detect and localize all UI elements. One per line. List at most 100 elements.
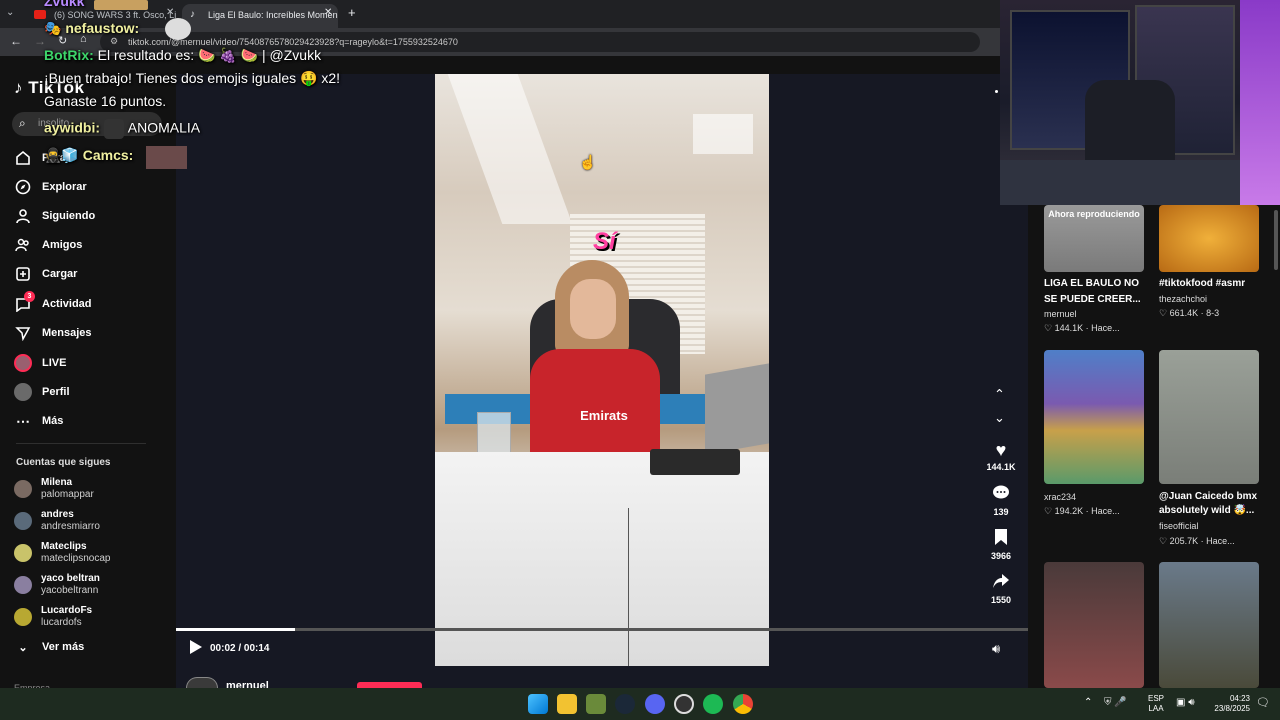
clock[interactable]: 04:23 23/8/2025 bbox=[1212, 694, 1250, 714]
author-avatar[interactable] bbox=[186, 677, 218, 688]
video-thumbnail[interactable] bbox=[1159, 205, 1259, 272]
send-icon bbox=[14, 324, 32, 342]
sidebar-item-mensajes[interactable]: Mensajes bbox=[14, 321, 92, 345]
tiktok-icon: ♪ bbox=[190, 9, 195, 20]
sidebar-item-live[interactable]: LIVE bbox=[14, 351, 66, 375]
sidebar-item-mas[interactable]: ⋯ Más bbox=[14, 409, 63, 433]
like-button[interactable]: ♥ 144.1K bbox=[985, 440, 1017, 472]
video-thumbnail[interactable] bbox=[1044, 562, 1144, 688]
scrollbar[interactable] bbox=[1274, 210, 1278, 270]
following-account[interactable]: Milena palomappar bbox=[14, 474, 94, 504]
next-video-chevron-icon[interactable]: ⌄ bbox=[994, 410, 1005, 426]
following-header: Cuentas que sigues bbox=[16, 457, 111, 468]
scene-shape bbox=[693, 114, 753, 154]
save-count: 3966 bbox=[990, 551, 1012, 561]
avatar bbox=[14, 576, 32, 594]
more-icon: ⋯ bbox=[16, 412, 30, 429]
sidebar-item-cargar[interactable]: Cargar bbox=[14, 262, 77, 286]
obs-icon[interactable] bbox=[674, 694, 694, 714]
site-info-icon[interactable]: ⚙ bbox=[110, 36, 118, 47]
following-account[interactable]: Mateclips mateclipsnocap bbox=[14, 538, 110, 568]
now-playing-badge: Ahora reproduciendo bbox=[1048, 209, 1140, 219]
share-button[interactable]: 1550 bbox=[985, 572, 1017, 605]
sidebar-item-actividad[interactable]: 3 Actividad bbox=[14, 291, 92, 316]
network-volume-icons[interactable]: ▣ 🔊︎ bbox=[1176, 697, 1195, 708]
scene-shape bbox=[435, 452, 769, 666]
emote-icon bbox=[165, 18, 191, 40]
chat-message: BotRix: El resultado es: 🍉 🍇 🍉 | @Zvukk bbox=[44, 47, 322, 63]
volume-icon[interactable]: 🔊︎ bbox=[992, 641, 1000, 657]
video-thumbnail[interactable] bbox=[1159, 562, 1259, 688]
browser-tab-2[interactable]: ♪ Liga El Baulo: Increíbles Momen bbox=[182, 4, 338, 28]
discord-icon[interactable] bbox=[645, 694, 665, 714]
chat-message: 🥷🧊 Camcs: bbox=[44, 147, 134, 163]
badge-icon: 🎭 bbox=[44, 20, 66, 36]
scene-shape bbox=[570, 279, 616, 339]
video-thumbnail[interactable] bbox=[1159, 350, 1259, 484]
save-button[interactable]: 3966 bbox=[985, 528, 1017, 561]
video-thumbnail[interactable]: Ahora reproduciendo bbox=[1044, 205, 1144, 272]
scene-shape: Emirats bbox=[580, 408, 628, 423]
notification-icon[interactable]: 🗨 bbox=[1256, 696, 1270, 709]
home-icon bbox=[14, 149, 32, 167]
chat-message: aywidbi: ANOMALIA bbox=[44, 119, 200, 139]
video-meta: ♡ 194.2K · Hace... bbox=[1044, 506, 1120, 516]
following-account[interactable]: LucardoFs lucardofs bbox=[14, 602, 92, 632]
video-author[interactable]: xrac234 bbox=[1044, 492, 1076, 502]
new-tab-icon[interactable]: + bbox=[348, 5, 356, 20]
video-meta: ♡ 205.7K · Hace... bbox=[1159, 536, 1235, 546]
scene-shape bbox=[447, 74, 573, 224]
plus-square-icon bbox=[14, 265, 32, 283]
sidebar-item-amigos[interactable]: Amigos bbox=[14, 233, 82, 257]
chevron-down-icon: ⌄ bbox=[18, 641, 28, 654]
following-account[interactable]: andres andresmiarro bbox=[14, 506, 100, 536]
play-icon[interactable] bbox=[190, 640, 202, 654]
sidebar-item-perfil[interactable]: Perfil bbox=[14, 380, 70, 404]
tray-icons[interactable]: ⛨ 🎤 bbox=[1104, 697, 1127, 708]
video-player[interactable]: Emirats Sí ☝ bbox=[435, 74, 769, 666]
emote-icon bbox=[103, 119, 124, 139]
file-explorer-icon[interactable] bbox=[557, 694, 577, 714]
steam-icon[interactable] bbox=[615, 694, 635, 714]
tab-list-chevron-icon[interactable]: ⌄ bbox=[6, 7, 20, 21]
windows-start-icon[interactable] bbox=[528, 694, 548, 714]
video-progress-track[interactable] bbox=[176, 628, 1028, 631]
video-title[interactable]: LIGA EL BAULO NO SE PUEDE CREER... bbox=[1044, 276, 1150, 308]
spotify-icon[interactable] bbox=[703, 694, 723, 714]
sidebar-item-siguiendo[interactable]: Siguiendo bbox=[14, 204, 95, 228]
heart-icon: ♡ bbox=[1044, 506, 1055, 516]
previous-video-chevron-icon[interactable]: ⌄ bbox=[994, 385, 1005, 401]
video-meta: ♡ 661.4K · 8-3 bbox=[1159, 308, 1220, 318]
video-title[interactable]: @Juan Caicedo bmx absolutely wild 🤯... bbox=[1159, 490, 1269, 518]
video-overlay-text: Sí bbox=[593, 228, 616, 255]
following-account[interactable]: yaco beltran yacobeltrann bbox=[14, 570, 100, 600]
avatar bbox=[14, 480, 32, 498]
close-tab-icon[interactable]: ✕ bbox=[166, 7, 174, 18]
back-icon[interactable]: ← bbox=[10, 34, 22, 48]
author-name[interactable]: mernuel bbox=[226, 680, 269, 688]
message-icon: 3 bbox=[14, 291, 35, 313]
close-tab-icon[interactable]: ✕ bbox=[324, 7, 332, 18]
minecraft-icon[interactable] bbox=[586, 694, 606, 714]
chevron-up-icon[interactable]: ⌃ bbox=[1084, 697, 1092, 708]
user-icon bbox=[14, 207, 32, 225]
video-author[interactable]: thezachchoi bbox=[1159, 294, 1207, 304]
youtube-icon bbox=[34, 10, 46, 19]
heart-icon: ♡ bbox=[1044, 323, 1055, 333]
avatar-icon bbox=[14, 383, 32, 401]
scene-shape bbox=[628, 508, 629, 666]
sidebar-item-explorar[interactable]: Explorar bbox=[14, 175, 87, 199]
keyboard-lang[interactable]: ESP LAA bbox=[1148, 694, 1164, 714]
video-thumbnail[interactable] bbox=[1044, 350, 1144, 484]
comment-button[interactable]: 139 bbox=[985, 484, 1017, 517]
chat-badge bbox=[94, 0, 148, 10]
video-title[interactable]: #tiktokfood #asmr bbox=[1159, 276, 1269, 292]
video-author[interactable]: mernuel bbox=[1044, 309, 1077, 319]
chrome-icon[interactable] bbox=[733, 694, 753, 714]
see-more-button[interactable]: ⌄ Ver más bbox=[14, 635, 84, 659]
search-icon: ⌕ bbox=[19, 116, 26, 130]
chat-message: Ganaste 16 puntos. bbox=[44, 93, 167, 109]
video-author[interactable]: fiseofficial bbox=[1159, 521, 1198, 531]
scene-shape bbox=[705, 363, 769, 455]
scene-shape bbox=[1000, 160, 1240, 205]
